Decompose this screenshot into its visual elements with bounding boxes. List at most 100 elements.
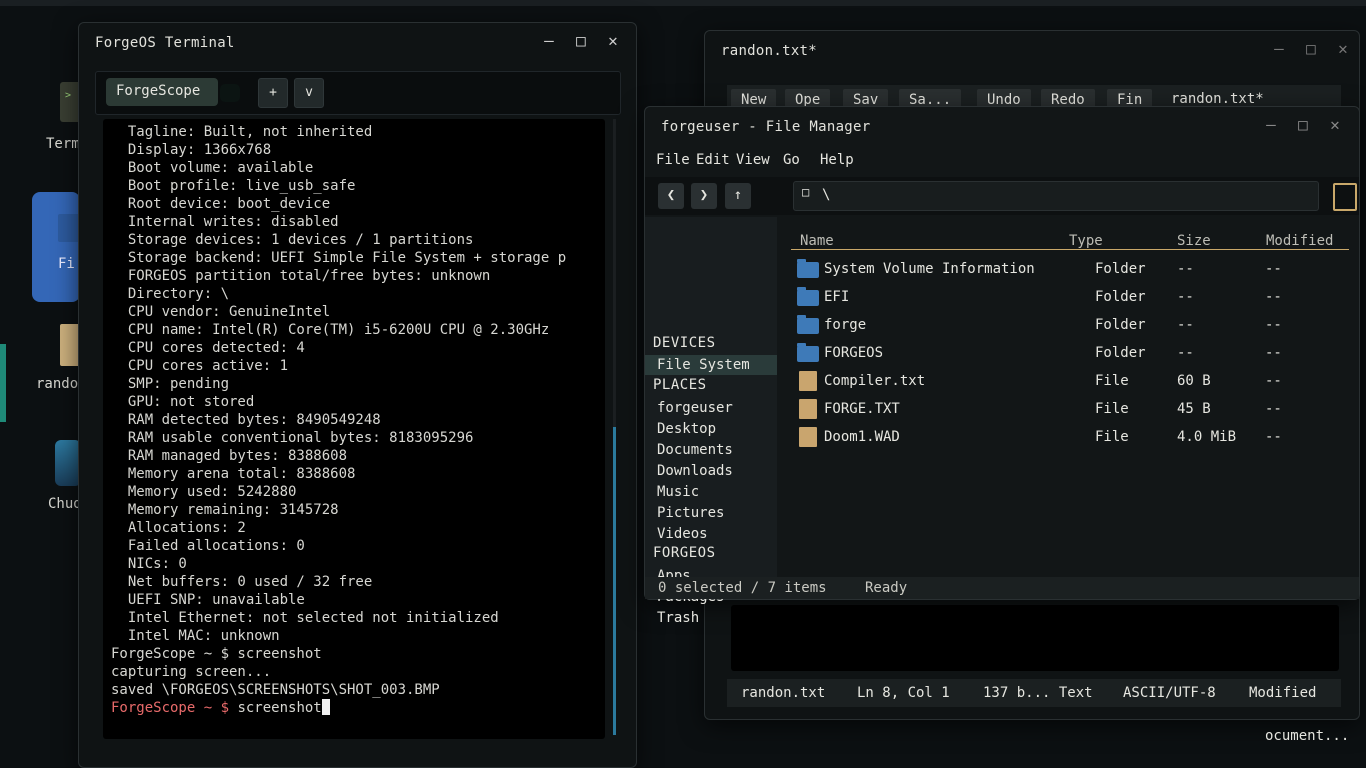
file-name: EFI [824, 289, 850, 305]
file-modified: -- [1265, 261, 1282, 277]
forward-icon[interactable]: ❯ [691, 183, 717, 209]
terminal-line: Internal writes: disabled [111, 214, 339, 230]
file-size: -- [1177, 261, 1194, 277]
tab-close-icon[interactable] [220, 84, 240, 102]
prompt-line[interactable]: ForgeScope ~ $ screenshot [111, 699, 330, 717]
file-row[interactable]: EFI Folder -- -- [795, 285, 1355, 309]
sidebar-item-desktop[interactable]: Desktop [657, 421, 716, 437]
file-size: 60 B [1177, 373, 1211, 389]
file-size: 45 B [1177, 401, 1211, 417]
close-icon[interactable]: ✕ [1325, 115, 1345, 134]
terminal-line: RAM detected bytes: 8490549248 [111, 412, 381, 428]
header-divider [791, 249, 1349, 250]
menu-bar: File Edit View Go Help [645, 145, 1359, 175]
new-tab-button[interactable]: + [258, 78, 288, 108]
sidebar-item-pictures[interactable]: Pictures [657, 505, 724, 521]
menu-view[interactable]: View [736, 152, 770, 168]
file-manager-icon [32, 192, 80, 302]
close-icon[interactable]: ✕ [603, 31, 623, 50]
sidebar-item-documents[interactable]: Documents [657, 442, 733, 458]
file-row[interactable]: Doom1.WAD File 4.0 MiB -- [795, 425, 1355, 449]
tab-forgescope[interactable]: ForgeScope [106, 78, 218, 106]
terminal-line: Allocations: 2 [111, 520, 246, 536]
sidebar-item-trash[interactable]: Trash [657, 610, 699, 626]
sidebar-item-music[interactable]: Music [657, 484, 699, 500]
sidebar-item-file-system[interactable]: File System [657, 357, 750, 373]
path-input[interactable]: □ \ [793, 181, 1319, 211]
status-modified: Modified [1249, 685, 1317, 701]
text-file-icon [60, 324, 80, 366]
sidebar-header-devices: DEVICES [653, 335, 716, 351]
sidebar-item-downloads[interactable]: Downloads [657, 463, 733, 479]
column-header-modified[interactable]: Modified [1266, 233, 1333, 249]
status-encoding: ASCII/UTF-8 [1123, 685, 1216, 701]
up-icon[interactable]: ↑ [725, 183, 751, 209]
file-row[interactable]: FORGE.TXT File 45 B -- [795, 397, 1355, 421]
maximize-icon[interactable]: □ [1293, 115, 1313, 134]
terminal-line: ForgeScope ~ $ screenshot [111, 646, 322, 662]
terminal-line: Intel MAC: unknown [111, 628, 280, 644]
terminal-line: CPU vendor: GenuineIntel [111, 304, 331, 320]
top-panel-edge [0, 0, 1366, 6]
file-modified: -- [1265, 317, 1282, 333]
left-edge-indicator [0, 344, 6, 422]
status-state: Ready [865, 580, 908, 596]
close-icon[interactable]: ✕ [1333, 39, 1353, 58]
back-icon[interactable]: ❮ [658, 183, 684, 209]
terminal-line: Directory: \ [111, 286, 230, 302]
file-modified: -- [1265, 345, 1282, 361]
sidebar-item-videos[interactable]: Videos [657, 526, 708, 542]
status-position: Ln 8, Col 1 [857, 685, 950, 701]
column-header-size[interactable]: Size [1177, 233, 1211, 249]
terminal-line: RAM usable conventional bytes: 818309529… [111, 430, 474, 446]
file-row[interactable]: forge Folder -- -- [795, 313, 1355, 337]
column-header-name[interactable]: Name [800, 233, 834, 249]
terminal-line: CPU name: Intel(R) Core(TM) i5-6200U CPU… [111, 322, 550, 338]
file-row[interactable]: Compiler.txt File 60 B -- [795, 369, 1355, 393]
tab-menu-button[interactable]: v [294, 78, 324, 108]
sidebar-header-forgeos: FORGEOS [653, 545, 716, 561]
file-type: File [1095, 429, 1129, 445]
file-icon [799, 371, 817, 391]
sidebar-item-forgeuser[interactable]: forgeuser [657, 400, 733, 416]
text-cursor [321, 699, 330, 715]
file-name: System Volume Information [824, 261, 1035, 277]
terminal-output[interactable]: Tagline: Built, not inherited Display: 1… [103, 119, 605, 739]
menu-file[interactable]: File [656, 152, 690, 168]
new-window-icon[interactable] [1333, 183, 1357, 211]
editor-text-area[interactable] [731, 605, 1339, 671]
tab-label: ForgeScope [116, 83, 201, 99]
file-row[interactable]: FORGEOS Folder -- -- [795, 341, 1355, 365]
file-icon [799, 427, 817, 447]
column-header-type[interactable]: Type [1069, 233, 1103, 249]
menu-help[interactable]: Help [820, 152, 854, 168]
terminal-line: Display: 1366x768 [111, 142, 272, 158]
drive-icon: □ [802, 185, 810, 199]
terminal-scroll-thumb[interactable] [613, 427, 616, 735]
menu-edit[interactable]: Edit [696, 152, 730, 168]
minimize-icon[interactable]: – [539, 31, 559, 50]
file-type: Folder [1095, 289, 1146, 305]
minimize-icon[interactable]: – [1261, 115, 1281, 134]
document-tooltip: ocument... [1265, 728, 1350, 744]
command-input[interactable]: screenshot [237, 700, 321, 716]
menu-go[interactable]: Go [783, 152, 800, 168]
file-manager-window: forgeuser - File Manager – □ ✕ File Edit… [644, 106, 1360, 626]
status-size: 137 b... Text [983, 685, 1093, 701]
file-name: Compiler.txt [824, 373, 926, 389]
maximize-icon[interactable]: □ [571, 31, 591, 50]
terminal-line: Root device: boot_device [111, 196, 331, 212]
file-modified: -- [1265, 373, 1282, 389]
terminal-line: GPU: not stored [111, 394, 255, 410]
folder-icon [797, 259, 819, 278]
status-file: randon.txt [741, 685, 826, 701]
terminal-line: Memory remaining: 3145728 [111, 502, 339, 518]
terminal-line: NICs: 0 [111, 556, 187, 572]
minimize-icon[interactable]: – [1269, 39, 1289, 58]
terminal-line: Failed allocations: 0 [111, 538, 305, 554]
prompt: ForgeScope ~ $ [111, 700, 238, 716]
folder-icon [797, 315, 819, 334]
maximize-icon[interactable]: □ [1301, 39, 1321, 58]
sidebar: DEVICES File System PLACES forgeuser Des… [645, 217, 777, 626]
file-row[interactable]: System Volume Information Folder -- -- [795, 257, 1355, 281]
